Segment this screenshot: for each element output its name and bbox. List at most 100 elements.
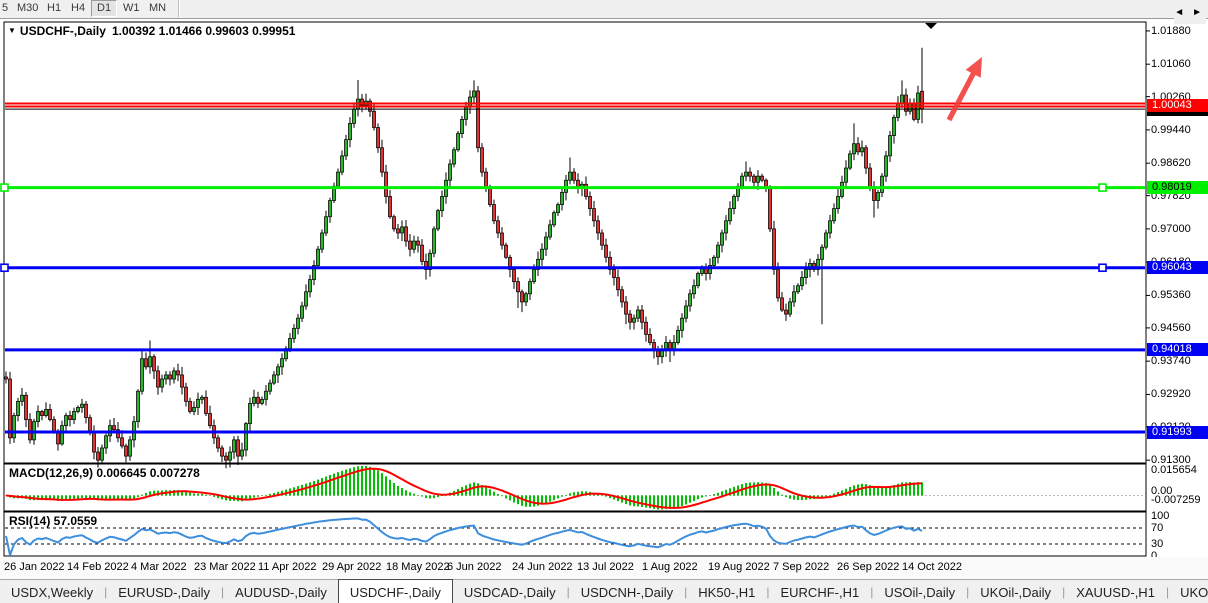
candle-body-bear <box>381 148 384 172</box>
candle-body-bear <box>405 227 408 241</box>
candle-body-bull <box>61 426 64 444</box>
bar-marker-triangle-icon <box>925 23 937 29</box>
chart-dropdown-icon[interactable]: ▼ <box>8 26 16 35</box>
chart-tab-ukoil-daily[interactable]: UKOil-,Daily <box>1169 580 1208 603</box>
tab-scroll-right-icon[interactable]: ► <box>1192 7 1202 18</box>
candle-body-bull <box>885 156 888 176</box>
candle-body-bull <box>293 328 296 338</box>
line-handle[interactable] <box>1099 264 1106 271</box>
line-handle[interactable] <box>1 184 8 191</box>
candle-body-bull <box>65 416 68 426</box>
candle-body-bear <box>645 322 648 334</box>
candle-body-bull <box>733 196 736 208</box>
candle-body-bull <box>793 292 796 302</box>
chart-tab-usdchf-daily[interactable]: USDCHF-,Daily <box>338 579 453 603</box>
chart-tab-xauusd-h1[interactable]: XAUUSD-,H1 <box>1065 580 1166 603</box>
candle-body-bull <box>525 294 528 302</box>
candle-body-bear <box>389 196 392 216</box>
candle-body-bull <box>757 176 760 182</box>
line-handle[interactable] <box>1099 184 1106 191</box>
candle-body-bull <box>901 95 904 103</box>
candle-body-bear <box>773 229 776 270</box>
candle-body-bull <box>861 148 864 152</box>
candle-body-bear <box>641 310 644 322</box>
tab-scroll-left-icon[interactable]: ◄ <box>1174 7 1184 18</box>
candle-body-bull <box>413 241 416 249</box>
chart-ohlc-values: 1.00392 1.01466 0.99603 0.99951 <box>112 24 296 38</box>
candle-body-bull <box>437 211 440 229</box>
candle-body-bear <box>597 221 600 233</box>
candle-body-bear <box>573 172 576 180</box>
chart-tab-usdcnh-daily[interactable]: USDCNH-,Daily <box>570 580 684 603</box>
candle-body-bull <box>849 154 852 168</box>
rsi-pane[interactable] <box>4 512 1146 556</box>
candle-body-bear <box>209 414 212 426</box>
candle-body-bear <box>237 440 240 456</box>
candle-body-bear <box>625 302 628 314</box>
chart-tab-eurchf-h1[interactable]: EURCHF-,H1 <box>769 580 870 603</box>
date-tick-label: 7 Sep 2022 <box>773 561 829 573</box>
candle-body-bull <box>441 196 444 210</box>
candle-body-bull <box>729 209 732 221</box>
candle-body-bull <box>797 286 800 292</box>
line-handle[interactable] <box>1 264 8 271</box>
candle-body-bull <box>161 379 164 387</box>
candle-body-bull <box>845 168 848 182</box>
candle-body-bear <box>169 375 172 379</box>
candle-body-bull <box>261 399 264 403</box>
chart-tab-hk50-h1[interactable]: HK50-,H1 <box>687 580 766 603</box>
candle-body-bull <box>717 245 720 257</box>
tab-scroll-buttons: ◄ ► <box>1174 0 1206 24</box>
candle-body-bear <box>9 379 12 438</box>
candle-body-bull <box>329 201 332 217</box>
rsi-pane-label: RSI(14) 57.0559 <box>9 514 97 528</box>
candle-body-bull <box>893 117 896 135</box>
candle-body-bull <box>561 192 564 204</box>
candle-body-bear <box>489 188 492 204</box>
chart-tab-ukoil-daily[interactable]: UKOil-,Daily <box>969 580 1062 603</box>
candle-body-bull <box>533 269 536 281</box>
date-tick-label: 1 Aug 2022 <box>642 561 698 573</box>
chart-tab-usdcad-daily[interactable]: USDCAD-,Daily <box>453 580 567 603</box>
date-tick-label: 4 Mar 2022 <box>131 561 187 573</box>
candle-body-bear <box>57 432 60 444</box>
candle-body-bear <box>409 241 412 249</box>
time-axis[interactable]: 26 Jan 202214 Feb 20224 Mar 202223 Mar 2… <box>0 557 1208 579</box>
candle-body-bull <box>173 371 176 379</box>
price-tick-label: 0.97000 <box>1151 223 1191 235</box>
candle-body-bull <box>305 292 308 306</box>
candle-body-bull <box>197 399 200 407</box>
candle-body-bull <box>45 409 48 415</box>
candle-body-bull <box>17 401 20 415</box>
candle-body-bear <box>521 292 524 302</box>
candle-body-bear <box>145 359 148 367</box>
chart-tab-audusd-daily[interactable]: AUDUSD-,Daily <box>224 580 338 603</box>
candle-body-bear <box>497 221 500 233</box>
hline-price-flag: 0.94018 <box>1147 343 1208 356</box>
trend-arrow-annotation[interactable] <box>947 57 982 121</box>
chart-tab-eurusd-daily[interactable]: EURUSD-,Daily <box>107 580 221 603</box>
date-tick-label: 14 Oct 2022 <box>902 561 962 573</box>
candle-body-bull <box>829 221 832 233</box>
rsi-axis-30: 30 <box>1151 539 1163 550</box>
candle-body-bear <box>89 418 92 432</box>
candle-body-bull <box>165 375 168 379</box>
price-tick-label: 1.01880 <box>1151 25 1191 37</box>
candle-body-bull <box>821 247 824 259</box>
candle-body-bull <box>545 237 548 249</box>
main-price-pane[interactable] <box>4 22 1146 463</box>
chart-tab-usoil-daily[interactable]: USOil-,Daily <box>873 580 966 603</box>
date-tick-label: 13 Jul 2022 <box>577 561 634 573</box>
candle-body-bull <box>685 306 688 318</box>
candle-body-bull <box>81 404 84 407</box>
chart-canvas[interactable] <box>0 0 1208 603</box>
candle-body-bear <box>749 172 752 176</box>
candle-body-bull <box>349 123 352 139</box>
candle-body-bull <box>889 136 892 156</box>
date-tick-label: 26 Jan 2022 <box>4 561 65 573</box>
candle-body-bear <box>217 438 220 448</box>
candle-body-bull <box>721 233 724 245</box>
price-tick-label: 0.98620 <box>1151 157 1191 169</box>
chart-tab-usdx-weekly[interactable]: USDX,Weekly <box>0 580 104 603</box>
candle-body-bear <box>505 245 508 257</box>
